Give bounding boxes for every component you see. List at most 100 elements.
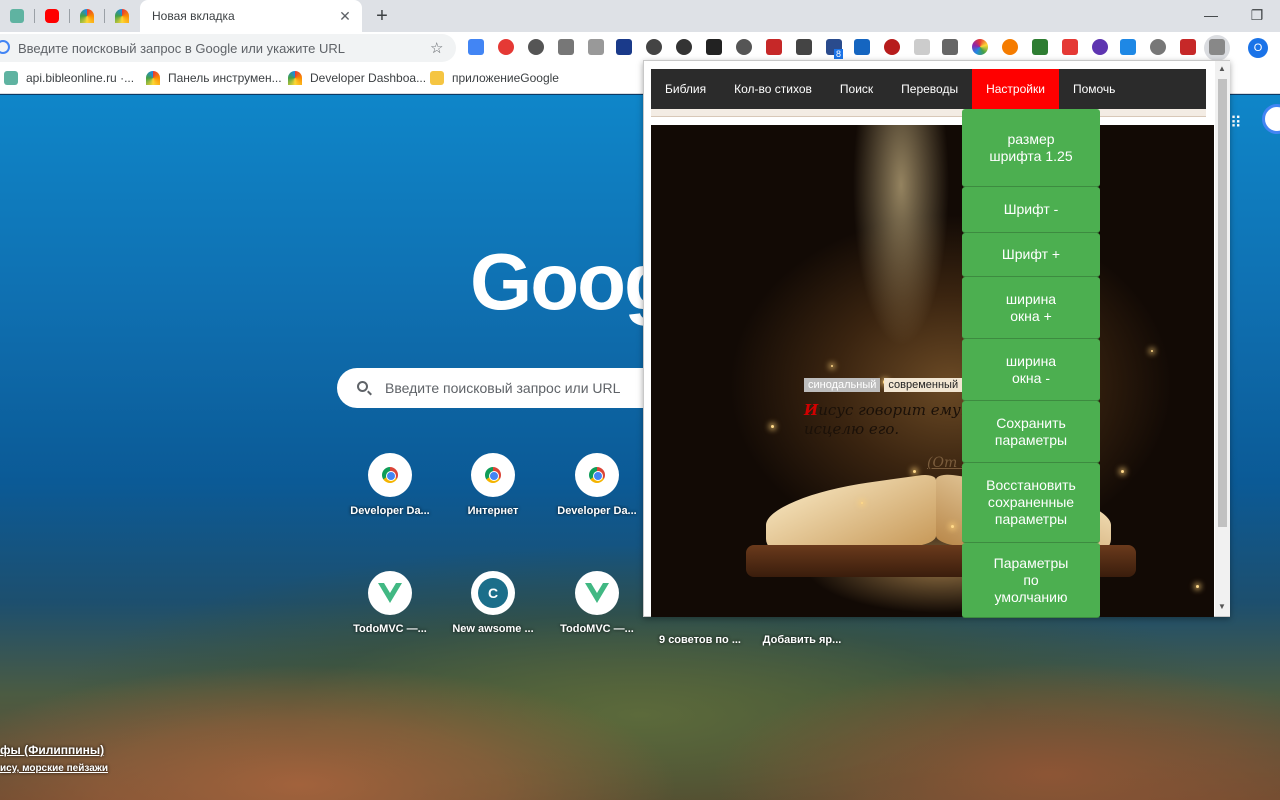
nav-translations[interactable]: Переводы: [887, 69, 972, 109]
google-g-icon: [0, 40, 10, 54]
photo-location-link[interactable]: фы (Филиппины): [0, 743, 104, 757]
rainbow-icon: [115, 9, 129, 23]
tab-strip: Новая вкладка ✕ + — ❐: [0, 0, 1280, 32]
tile-icon: [575, 571, 619, 615]
sparkle: [1196, 585, 1199, 588]
bookmark-label: Панель инструмен...: [168, 71, 282, 85]
record-extension-icon[interactable]: [884, 39, 900, 55]
tile-label: Добавить яр...: [762, 634, 842, 646]
search-icon: [357, 381, 368, 392]
tile-icon: [575, 453, 619, 497]
window-width-increase-button[interactable]: ширина окна +: [962, 277, 1100, 339]
tile-label: Developer Da...: [557, 505, 637, 517]
pinned-tab[interactable]: [105, 4, 139, 28]
flower-extension-icon[interactable]: [1002, 39, 1018, 55]
mail-x-extension-icon[interactable]: [588, 39, 604, 55]
omnibox-placeholder: Введите поисковый запрос в Google или ук…: [18, 40, 345, 56]
chat-extension-icon[interactable]: [736, 39, 752, 55]
speedometer-extension-icon[interactable]: [676, 39, 692, 55]
s-grey-extension-icon[interactable]: [942, 39, 958, 55]
bible-extension-icon[interactable]: [1209, 39, 1225, 55]
apps-grid-icon[interactable]: ⠿: [1230, 113, 1242, 133]
font-increase-button[interactable]: Шрифт +: [962, 233, 1100, 277]
pinned-tab-youtube[interactable]: [35, 4, 69, 28]
shortcut-tile[interactable]: TodoMVC —...: [547, 571, 647, 635]
screenshot-extension-icon[interactable]: [796, 39, 812, 55]
new-tab-button[interactable]: +: [370, 4, 394, 28]
pinterest-extension-icon[interactable]: [528, 39, 544, 55]
translation-modern[interactable]: современный: [884, 378, 963, 392]
verse-line-2: исцелю его.: [804, 420, 900, 438]
scroll-down-icon[interactable]: ▼: [1218, 602, 1226, 611]
bookmark-label: api.bibleonline.ru ·...: [26, 71, 135, 85]
shortcut-tile[interactable]: Интернет: [443, 453, 543, 517]
minimize-button[interactable]: —: [1188, 0, 1234, 30]
bookmark-item[interactable]: api.bibleonline.ru ·...: [4, 71, 134, 85]
book-background-image: синодальный современный Иисус говорит ем…: [651, 125, 1214, 617]
color-wheel-extension-icon[interactable]: [972, 39, 988, 55]
google-logo: Goog: [470, 237, 673, 326]
profile-avatar[interactable]: O: [1248, 38, 1268, 58]
popup-scrollbar[interactable]: ▲ ▼: [1215, 61, 1230, 616]
sparkle: [831, 365, 833, 367]
tile-label: TodoMVC —...: [560, 623, 634, 635]
ntp-search-box[interactable]: Введите поисковый запрос или URL: [337, 368, 667, 408]
bookmark-item[interactable]: Панель инструмен...: [146, 71, 282, 85]
sparkle: [913, 470, 916, 473]
diamond-favicon-icon: [10, 9, 24, 23]
window-width-decrease-button[interactable]: ширина окна -: [962, 339, 1100, 401]
nav-settings[interactable]: Настройки: [972, 69, 1059, 109]
stripe-extension-icon[interactable]: [1092, 39, 1108, 55]
tool-extension-icon[interactable]: [914, 39, 930, 55]
folder-icon: [430, 71, 444, 85]
shortcut-tile[interactable]: TodoMVC —...: [340, 571, 440, 635]
s-extension-icon[interactable]: [854, 39, 870, 55]
translation-synodal[interactable]: синодальный: [804, 378, 881, 392]
youtube-icon: [45, 9, 59, 23]
mail-extension-icon[interactable]: [558, 39, 574, 55]
iq-extension-icon[interactable]: [1120, 39, 1136, 55]
eyedropper-extension-icon[interactable]: [1032, 39, 1048, 55]
shortcut-tile[interactable]: Developer Da...: [547, 453, 647, 517]
pdf-extension-icon[interactable]: [1180, 39, 1196, 55]
sparkle: [951, 525, 954, 528]
active-tab[interactable]: Новая вкладка ✕: [140, 0, 362, 32]
bookmark-folder[interactable]: приложениеGoogle: [430, 71, 559, 85]
nav-bible[interactable]: Библия: [651, 69, 720, 109]
chrome-icon: [589, 467, 605, 483]
bookmark-star-icon[interactable]: ☆: [430, 39, 443, 57]
default-settings-button[interactable]: Параметры по умолчанию: [962, 543, 1100, 618]
font-decrease-button[interactable]: Шрифт -: [962, 187, 1100, 233]
omnibox[interactable]: Введите поисковый запрос в Google или ук…: [0, 34, 456, 62]
nav-help[interactable]: Помочь: [1059, 69, 1129, 109]
bible-extension-popup: Библия Кол-во стихов Поиск Переводы Наст…: [643, 60, 1230, 618]
tile-label: New awsome ...: [452, 623, 534, 635]
restore-button[interactable]: ❐: [1234, 0, 1280, 30]
shortcut-tile[interactable]: Developer Da...: [340, 453, 440, 517]
bookmark-item[interactable]: Developer Dashboa...: [288, 71, 426, 85]
translate-extension-icon[interactable]: [468, 39, 484, 55]
book-extension-icon[interactable]: [766, 39, 782, 55]
photo-collection-link[interactable]: ису, морские пейзажи: [0, 763, 108, 774]
pinned-tab[interactable]: [0, 4, 34, 28]
circle-extension-icon[interactable]: [1150, 39, 1166, 55]
font-size-item[interactable]: размер шрифта 1.25: [962, 109, 1100, 187]
sparkle: [771, 425, 774, 428]
pip-extension-icon[interactable]: [706, 39, 722, 55]
bulb-extension-icon[interactable]: [646, 39, 662, 55]
cursor-extension-icon[interactable]: [616, 39, 632, 55]
scroll-thumb[interactable]: [1218, 79, 1227, 527]
nav-search[interactable]: Поиск: [826, 69, 887, 109]
pinned-tab[interactable]: [70, 4, 104, 28]
restore-settings-button[interactable]: Восстановить сохраненные параметры: [962, 463, 1100, 543]
tab-close-icon[interactable]: ✕: [336, 7, 354, 25]
save-settings-button[interactable]: Сохранить параметры: [962, 401, 1100, 463]
bookmark-label: Developer Dashboa...: [310, 71, 427, 85]
chrome-icon: [485, 467, 501, 483]
red-extension-icon[interactable]: [1062, 39, 1078, 55]
nav-verse-count[interactable]: Кол-во стихов: [720, 69, 826, 109]
tile-icon: [471, 453, 515, 497]
adblock-extension-icon[interactable]: [498, 39, 514, 55]
shortcut-tile[interactable]: C New awsome ...: [443, 571, 543, 635]
scroll-up-icon[interactable]: ▲: [1218, 64, 1226, 73]
